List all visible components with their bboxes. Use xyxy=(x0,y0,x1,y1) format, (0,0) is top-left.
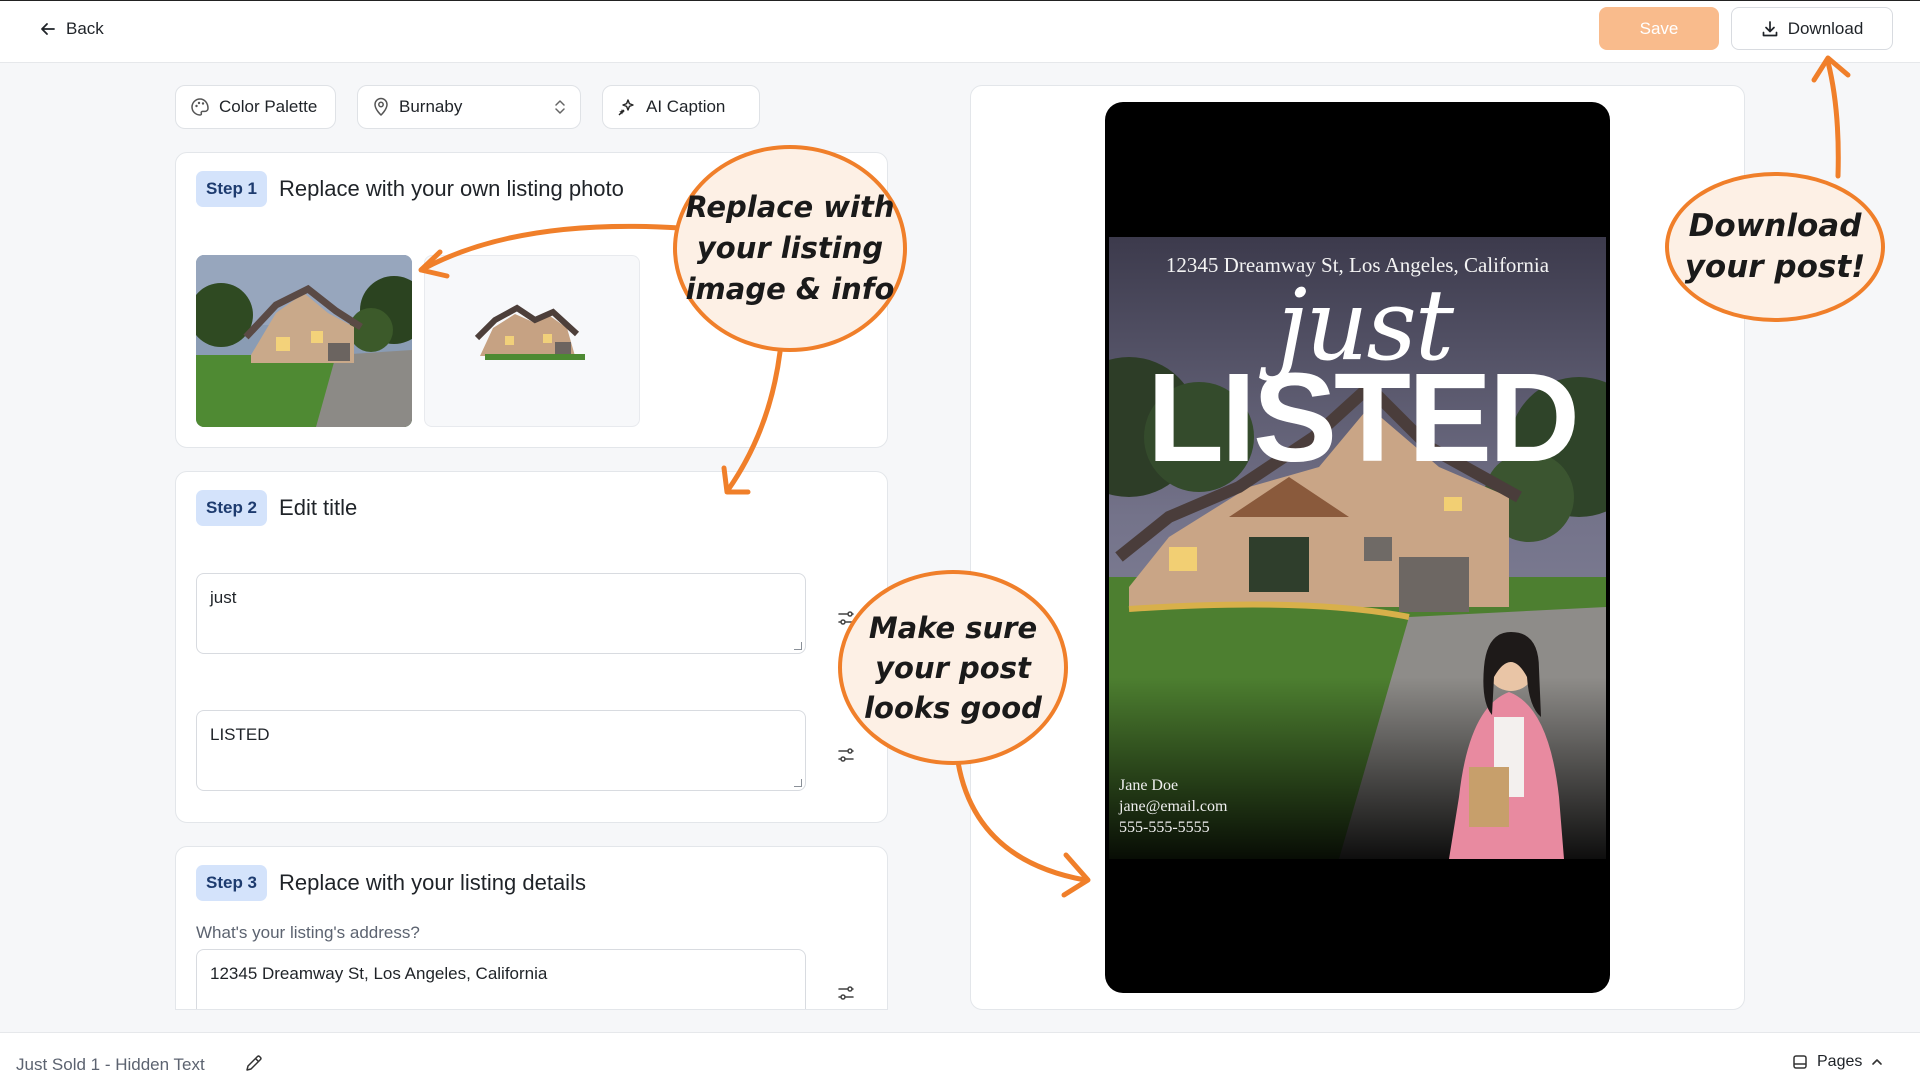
title-line-1-value: just xyxy=(210,588,237,607)
step-1-badge: Step 1 xyxy=(196,171,268,207)
post-agent-contact: Jane Doe jane@email.com 555-555-5555 xyxy=(1119,775,1227,838)
title-line-1-textarea[interactable]: just xyxy=(196,573,806,654)
step-2-title: Edit title xyxy=(279,495,358,520)
ai-caption-label: AI Caption xyxy=(646,97,726,116)
arrow-to-download xyxy=(1825,59,1841,179)
step-1-header: Step 1 Replace with your own listing pho… xyxy=(196,171,624,207)
back-button[interactable]: Back xyxy=(40,15,104,43)
step-3-badge: Step 3 xyxy=(196,865,268,901)
address-input[interactable]: 12345 Dreamway St, Los Angeles, Californ… xyxy=(196,949,806,1009)
footer-bar: Just Sold 1 - Hidden Text Pages xyxy=(0,1032,1920,1080)
pages-label: Pages xyxy=(1817,1053,1863,1070)
step-3-title: Replace with your listing details xyxy=(279,870,586,895)
agent-phone: 555-555-5555 xyxy=(1119,819,1210,836)
step-2-header: Step 2 Edit title xyxy=(196,490,357,526)
annotation-replace-text: Replace with your listing image & info xyxy=(685,190,895,306)
step-3-header: Step 3 Replace with your listing details xyxy=(196,865,586,901)
step-1-title: Replace with your own listing photo xyxy=(279,176,624,201)
location-value: Burnaby xyxy=(399,97,463,116)
top-bar: Back Save Download xyxy=(0,0,1920,63)
house-cutout-thumbnail[interactable] xyxy=(424,255,640,427)
step-2-badge: Step 2 xyxy=(196,490,268,526)
annotation-replace-bubble: Replace with your listing image & info xyxy=(673,145,907,352)
phone-preview-frame: 12345 Dreamway St, Los Angeles, Californ… xyxy=(1105,102,1610,993)
arrow-left-icon xyxy=(41,23,55,35)
annotation-download-bubble: Download your post! xyxy=(1665,172,1885,322)
listing-photo-thumbnail[interactable] xyxy=(196,255,412,427)
chevron-up-icon xyxy=(1872,1059,1883,1065)
chevron-up-down-icon xyxy=(555,100,565,114)
agent-email: jane@email.com xyxy=(1119,798,1228,815)
step-3-card: Step 3 Replace with your listing details… xyxy=(175,846,888,1010)
post-preview[interactable]: 12345 Dreamway St, Los Angeles, Californ… xyxy=(1109,237,1606,859)
document-name: Just Sold 1 - Hidden Text xyxy=(16,1055,205,1074)
download-icon xyxy=(1762,20,1778,36)
annotation-download-text: Download your post! xyxy=(1684,208,1866,285)
pencil-icon[interactable] xyxy=(244,1053,264,1073)
title-line-2-value: LISTED xyxy=(210,725,270,744)
adjustments-icon[interactable] xyxy=(837,984,855,1002)
agent-name: Jane Doe xyxy=(1119,777,1179,794)
resize-handle[interactable] xyxy=(794,779,802,787)
title-line-2-textarea[interactable]: LISTED xyxy=(196,710,806,791)
palette-icon xyxy=(191,98,209,116)
map-pin-icon xyxy=(374,97,388,117)
back-label: Back xyxy=(66,19,104,38)
color-palette-label: Color Palette xyxy=(219,97,318,116)
address-value: 12345 Dreamway St, Los Angeles, Californ… xyxy=(210,964,548,983)
pages-icon xyxy=(1793,1055,1807,1069)
color-palette-button[interactable]: Color Palette xyxy=(175,85,336,129)
adjustments-icon[interactable] xyxy=(837,746,855,764)
resize-handle[interactable] xyxy=(794,642,802,650)
post-title-script: just xyxy=(1277,269,1454,383)
address-label: What's your listing's address? xyxy=(196,923,420,942)
location-select[interactable]: Burnaby xyxy=(357,85,581,129)
download-button[interactable]: Download xyxy=(1731,7,1893,50)
ai-caption-button[interactable]: AI Caption xyxy=(602,85,760,129)
annotation-check-text: Make sure your post looks good xyxy=(864,610,1042,725)
annotation-check-bubble: Make sure your post looks good xyxy=(838,570,1068,765)
sparkles-icon xyxy=(618,99,634,116)
save-button[interactable]: Save xyxy=(1599,7,1719,50)
step-2-card: Step 2 Edit title just LISTED xyxy=(175,471,888,823)
download-label: Download xyxy=(1787,18,1864,38)
pages-toggle[interactable]: Pages xyxy=(1792,1053,1883,1071)
